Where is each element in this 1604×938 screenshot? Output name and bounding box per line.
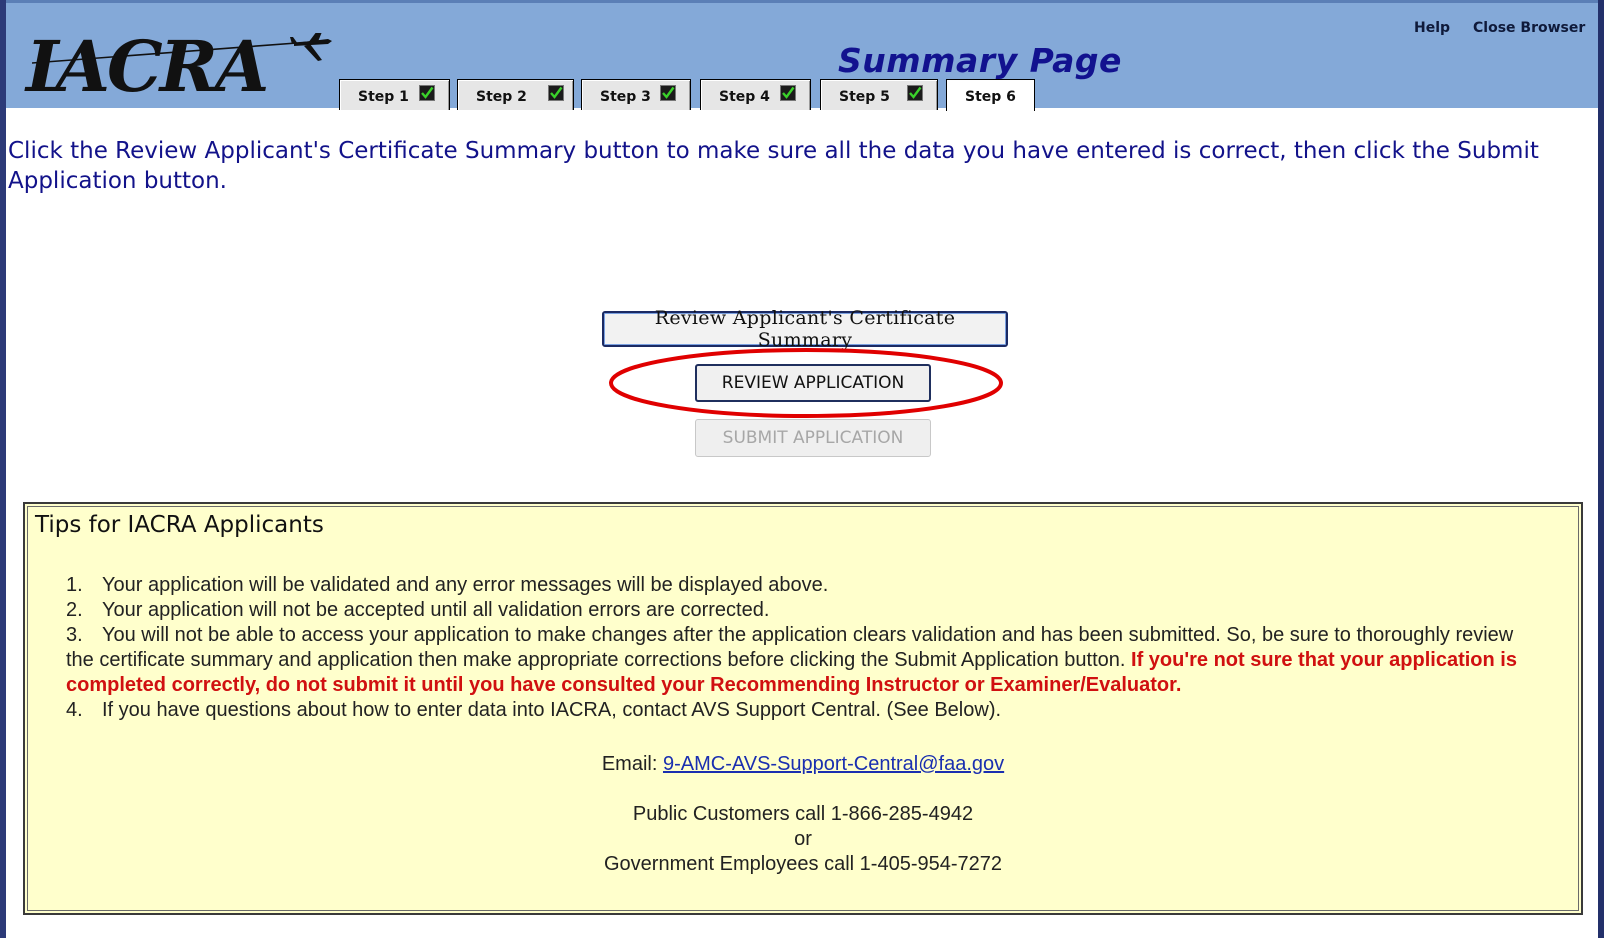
page-frame: IACRA Summary Page Help Close Browser St… [6,0,1598,938]
tips-title: Tips for IACRA Applicants [35,512,324,538]
tab-label: Step 6 [965,89,1016,105]
header-bar: IACRA Summary Page Help Close Browser St… [6,0,1598,111]
submit-application-button[interactable]: SUBMIT APPLICATION [695,419,931,457]
tip-number: 1. [66,574,83,596]
tip-text: Your application will not be accepted un… [102,599,770,621]
tab-step-2[interactable]: Step 2 [457,79,574,110]
close-browser-link[interactable]: Close Browser [1473,20,1585,36]
tab-label: Step 2 [476,89,527,105]
tab-label: Step 3 [600,89,651,105]
checkmark-icon [548,85,564,101]
phone-or: or [794,828,812,850]
tab-step-4[interactable]: Step 4 [700,79,811,110]
tips-list: 1. Your application will be validated and… [66,573,1536,723]
iacra-logo: IACRA [12,27,332,107]
logo-text: IACRA [26,31,269,103]
checkmark-icon [419,85,435,101]
tab-step-1[interactable]: Step 1 [339,79,450,110]
checkmark-icon [907,85,923,101]
checkmark-icon [780,85,796,101]
tip-item: 3. You will not be able to access your ap… [66,623,1536,698]
help-link[interactable]: Help [1414,20,1450,36]
tips-panel: Tips for IACRA Applicants 1. Your applica… [23,502,1583,915]
tip-item: 4. If you have questions about how to ent… [66,698,1536,723]
tab-step-3[interactable]: Step 3 [581,79,691,110]
tip-item: 1. Your application will be validated and… [66,573,1536,598]
tip-text: If you have questions about how to enter… [102,699,1002,721]
tab-label: Step 5 [839,89,890,105]
tip-item: 2. Your application will not be accepted … [66,598,1536,623]
contact-email-line: Email: 9-AMC-AVS-Support-Central@faa.gov [25,752,1581,777]
tab-step-6[interactable]: Step 6 [946,79,1035,111]
phone-government: Government Employees call 1-405-954-7272 [604,853,1002,875]
tab-label: Step 1 [358,89,409,105]
support-email-link[interactable]: 9-AMC-AVS-Support-Central@faa.gov [663,753,1004,775]
tip-number: 2. [66,599,83,621]
tip-text: Your application will be validated and a… [102,574,829,596]
tip-number: 3. [66,624,83,646]
page-title: Summary Page [838,41,1122,80]
email-label: Email: [601,753,658,775]
tab-label: Step 4 [719,89,770,105]
phone-public: Public Customers call 1-866-285-4942 [632,803,974,825]
tab-step-5[interactable]: Step 5 [820,79,938,110]
contact-phones: Public Customers call 1-866-285-4942 or … [25,802,1581,877]
logo-wordmark: IACRA [26,25,269,108]
checkmark-icon [660,85,676,101]
review-certificate-summary-button[interactable]: Review Applicant's Certificate Summary [602,307,1008,351]
tip-number: 4. [66,699,83,721]
review-application-button[interactable]: REVIEW APPLICATION [695,364,931,402]
instructions-text: Click the Review Applicant's Certificate… [8,138,1539,194]
window-border [1598,0,1604,938]
